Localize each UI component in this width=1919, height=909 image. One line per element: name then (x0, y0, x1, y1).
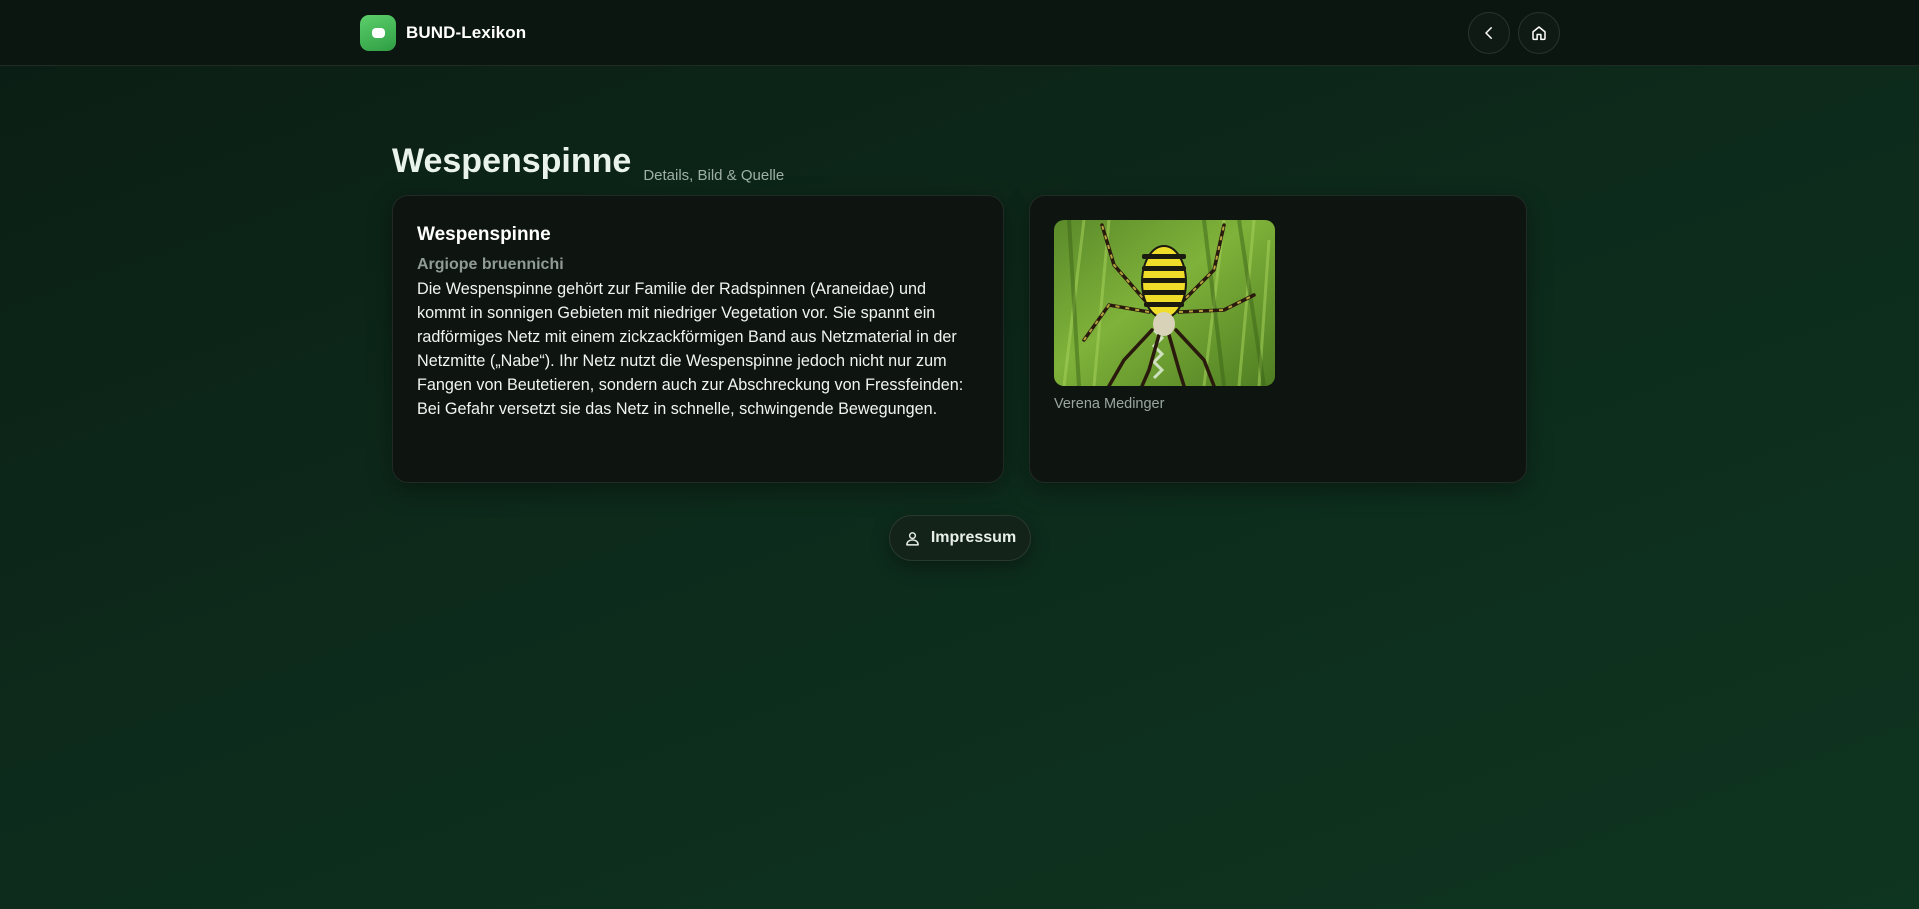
home-icon (1532, 26, 1546, 41)
brand-name: BUND-Lexikon (406, 23, 527, 42)
entry-latin-name: Argiope bruennichi (417, 256, 564, 273)
details-card: Wespenspinne Argiope bruennichi Die Wesp… (392, 195, 1004, 483)
user-icon (905, 531, 919, 546)
entry-description: Die Wespenspinne gehört zur Familie der … (417, 280, 964, 418)
image-card: Verena Medinger (1029, 195, 1527, 483)
photo-credit: Verena Medinger (1054, 396, 1165, 412)
brand-logo-icon (360, 15, 396, 51)
back-button[interactable] (1468, 12, 1510, 54)
species-photo[interactable] (1054, 220, 1275, 386)
page-heading: Wespenspinne Details, Bild & Quelle (392, 142, 785, 184)
chevron-left-icon (1485, 27, 1492, 39)
page-title: Wespenspinne (392, 142, 632, 180)
entry-name: Wespenspinne (417, 224, 551, 245)
brand[interactable]: BUND-Lexikon (360, 15, 526, 51)
impressum-button[interactable]: Impressum (889, 515, 1031, 561)
top-bar: BUND-Lexikon (0, 0, 1919, 66)
impressum-label: Impressum (930, 529, 1017, 546)
page-subtitle: Details, Bild & Quelle (643, 167, 785, 184)
home-button[interactable] (1518, 12, 1560, 54)
